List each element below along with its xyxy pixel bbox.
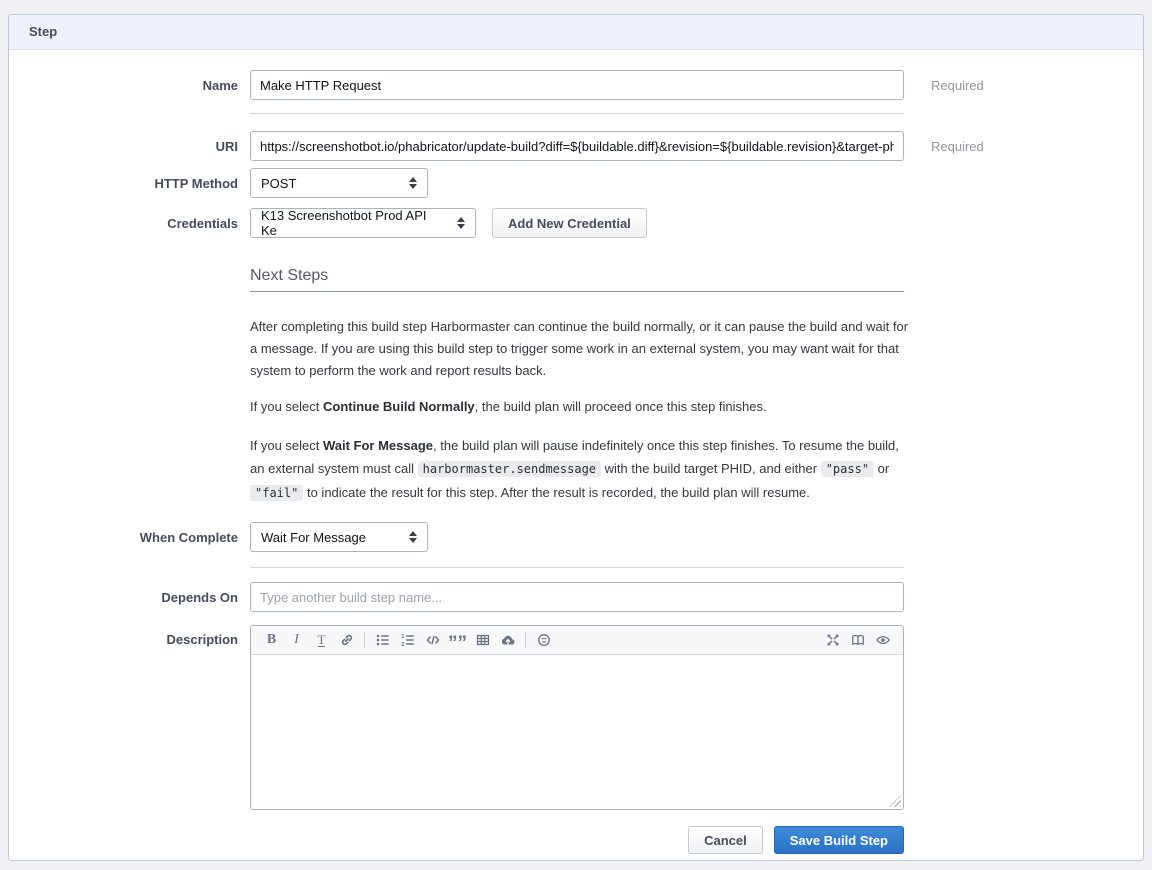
code-harbormaster-sendmessage: harbormaster.sendmessage	[418, 461, 601, 477]
svg-text:1: 1	[401, 634, 404, 640]
form-actions: Cancel Save Build Step	[250, 826, 904, 854]
select-arrows-icon	[457, 217, 465, 229]
cancel-button[interactable]: Cancel	[688, 826, 763, 854]
form-divider	[250, 113, 904, 114]
credentials-label: Credentials	[9, 216, 238, 231]
next-steps-paragraph-1: After completing this build step Harborm…	[250, 316, 910, 382]
description-textarea[interactable]	[251, 655, 903, 809]
remarkup-editor: B I T 12	[250, 625, 904, 810]
toolbar-separator	[364, 632, 365, 648]
depends-on-row: Depends On	[9, 582, 1143, 612]
when-complete-row: When Complete Wait For Message	[9, 522, 1143, 552]
credentials-select[interactable]: K13 Screenshotbot Prod API Ke	[250, 208, 476, 238]
panel-title: Step	[9, 15, 1143, 50]
quote-icon[interactable]: ””	[445, 629, 470, 651]
italic-icon[interactable]: I	[284, 629, 309, 651]
next-steps-heading: Next Steps	[250, 267, 904, 292]
add-new-credential-button[interactable]: Add New Credential	[492, 208, 647, 238]
description-row: Description B I T	[9, 625, 1143, 810]
toolbar-separator	[525, 632, 526, 648]
select-arrows-icon	[409, 177, 417, 189]
name-input[interactable]	[250, 70, 904, 100]
monospace-icon[interactable]: T	[309, 629, 334, 651]
bold-icon[interactable]: B	[259, 629, 284, 651]
http-method-row: HTTP Method POST	[9, 168, 1143, 198]
help-book-icon[interactable]	[845, 629, 870, 651]
code-fail: "fail"	[250, 485, 303, 501]
build-step-form: Name Required URI Required HTTP Method P…	[9, 50, 1143, 854]
code-pass: "pass"	[821, 461, 874, 477]
http-method-value: POST	[261, 176, 296, 191]
save-build-step-button[interactable]: Save Build Step	[774, 826, 904, 854]
fullscreen-icon[interactable]	[820, 629, 845, 651]
link-icon[interactable]	[334, 629, 359, 651]
remarkup-toolbar: B I T 12	[251, 626, 903, 655]
step-edit-panel: Step Name Required URI Required HTTP Met…	[8, 14, 1144, 861]
uri-input[interactable]	[250, 131, 904, 161]
next-steps-paragraph-3: If you select Wait For Message, the buil…	[250, 434, 910, 505]
http-method-label: HTTP Method	[9, 176, 238, 191]
name-required-hint: Required	[931, 78, 984, 93]
uri-label: URI	[9, 139, 238, 154]
name-row: Name Required	[9, 70, 1143, 100]
code-block-icon[interactable]	[420, 629, 445, 651]
table-icon[interactable]	[470, 629, 495, 651]
depends-on-label: Depends On	[9, 590, 238, 605]
uri-required-hint: Required	[931, 139, 984, 154]
when-complete-label: When Complete	[9, 530, 238, 545]
emoji-icon[interactable]	[531, 629, 556, 651]
upload-file-icon[interactable]	[495, 629, 520, 651]
credentials-row: Credentials K13 Screenshotbot Prod API K…	[9, 208, 1143, 238]
credentials-value: K13 Screenshotbot Prod API Ke	[261, 208, 445, 238]
form-divider	[250, 567, 904, 568]
next-steps-paragraph-2: If you select Continue Build Normally, t…	[250, 396, 910, 418]
description-label: Description	[9, 625, 238, 647]
ordered-list-icon[interactable]: 12	[395, 629, 420, 651]
unordered-list-icon[interactable]	[370, 629, 395, 651]
when-complete-value: Wait For Message	[261, 530, 366, 545]
name-label: Name	[9, 78, 238, 93]
preview-eye-icon[interactable]	[870, 629, 895, 651]
depends-on-input[interactable]	[250, 582, 904, 612]
uri-row: URI Required	[9, 131, 1143, 161]
svg-text:2: 2	[401, 642, 404, 648]
when-complete-select[interactable]: Wait For Message	[250, 522, 428, 552]
http-method-select[interactable]: POST	[250, 168, 428, 198]
select-arrows-icon	[409, 531, 417, 543]
